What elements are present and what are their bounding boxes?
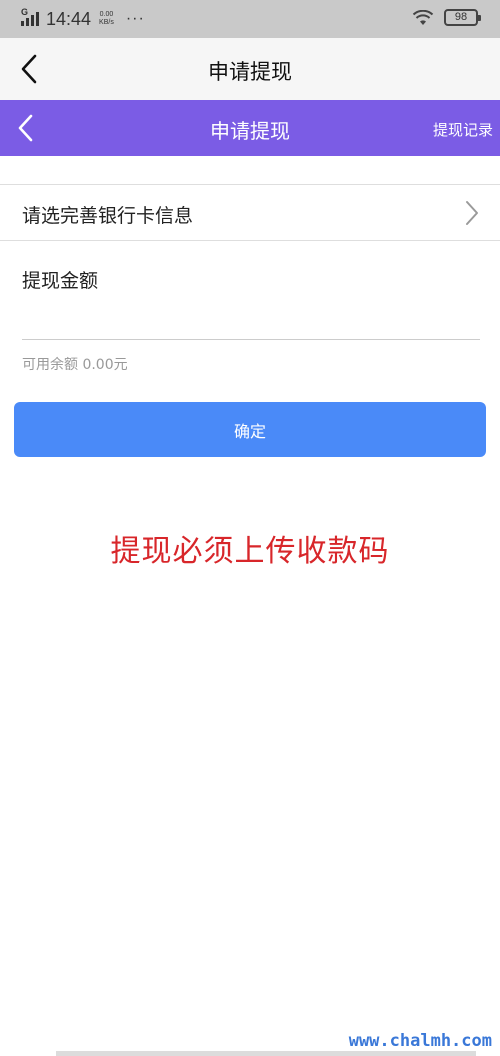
network-type: G [21, 7, 29, 17]
bank-card-label: 请选完善银行卡信息 [22, 205, 194, 227]
more-notifications-icon: ··· [125, 10, 145, 27]
confirm-button[interactable]: 确定 [14, 402, 486, 457]
withdraw-record-link[interactable]: 提现记录 [433, 119, 493, 140]
section-gap [0, 156, 500, 184]
speed-value: 0.00 [99, 11, 114, 18]
chevron-right-icon [466, 201, 478, 225]
bank-card-row[interactable]: 请选完善银行卡信息 [0, 185, 500, 240]
notice-text: 提现必须上传收款码 [110, 534, 390, 569]
status-time: 14:44 [46, 8, 92, 29]
status-bar-left: G 14:44 0.00 KB/s ··· [20, 7, 145, 30]
bottom-strip [56, 1051, 476, 1056]
status-bar: G 14:44 0.00 KB/s ··· 98 [0, 0, 500, 38]
webview-header: 申请提现 提现记录 [0, 100, 500, 156]
network-speed: 0.00 KB/s [99, 11, 114, 27]
wifi-icon [412, 9, 434, 25]
page-title: 申请提现 [208, 60, 292, 84]
speed-unit: KB/s [99, 19, 114, 26]
battery-level: 98 [454, 11, 468, 23]
amount-input[interactable] [22, 300, 480, 340]
webview-title: 申请提现 [210, 119, 290, 143]
divider [0, 240, 500, 241]
available-balance: 可用余额 0.00元 [22, 357, 128, 373]
battery-icon: 98 [444, 9, 481, 26]
amount-label: 提现金额 [22, 270, 99, 292]
watermark: www.chalmh.com [348, 1031, 492, 1051]
app-header: 申请提现 [0, 38, 500, 100]
status-bar-right: 98 [412, 9, 481, 26]
signal-icon: G [20, 7, 42, 28]
